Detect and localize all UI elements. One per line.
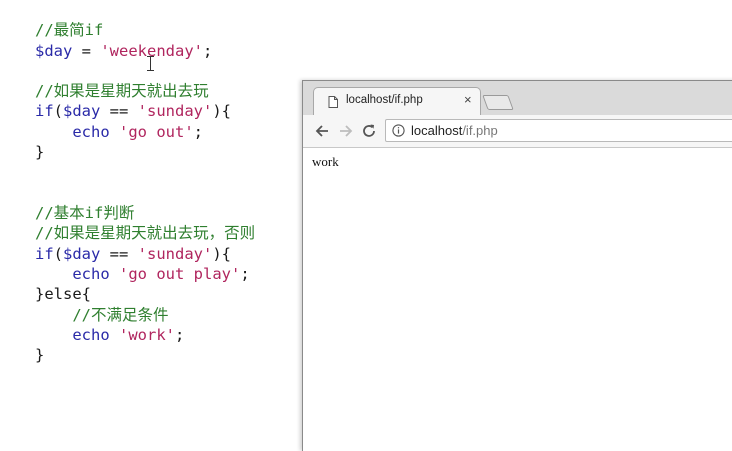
- code-token: 'go out play': [119, 265, 241, 283]
- code-token: $day: [35, 42, 73, 60]
- url-text: localhost/if.php: [411, 123, 498, 138]
- code-token: //如果是星期天就出去玩: [35, 82, 209, 100]
- code-token: 'sunday': [137, 102, 213, 120]
- code-token: 'go out': [119, 123, 194, 141]
- new-tab-icon[interactable]: [482, 95, 514, 110]
- code-line: }: [35, 142, 44, 162]
- tab-strip: localhost/if.php ×: [303, 81, 732, 115]
- code-token: ;: [202, 42, 213, 60]
- code-token: ==: [100, 102, 138, 120]
- code-token: echo: [35, 265, 119, 283]
- code-line: $day = 'weekenday';: [35, 41, 212, 61]
- text-cursor-icon: [147, 56, 154, 71]
- code-token: ;: [175, 326, 185, 344]
- code-token: if: [35, 245, 54, 263]
- code-token: }: [35, 346, 45, 364]
- code-line: }: [35, 345, 44, 365]
- code-line: //最简if: [35, 20, 103, 40]
- code-line: //基本if判断: [35, 203, 134, 223]
- code-token: ;: [240, 265, 250, 283]
- code-token: $day: [63, 245, 101, 263]
- page-icon: [328, 96, 338, 108]
- address-bar[interactable]: localhost/if.php: [385, 119, 732, 142]
- page-output-text: work: [312, 154, 339, 169]
- code-line: echo 'go out play';: [35, 264, 250, 284]
- code-line: echo 'work';: [35, 325, 184, 345]
- code-token: ;: [193, 123, 203, 141]
- code-token: 'work': [119, 326, 175, 344]
- close-tab-icon[interactable]: ×: [464, 93, 472, 107]
- code-token: (: [53, 102, 64, 120]
- code-token: echo: [35, 326, 119, 344]
- code-token: //最简if: [35, 21, 104, 39]
- browser-window: localhost/if.php × localhost/if.php work: [302, 80, 732, 451]
- code-line: //如果是星期天就出去玩，否则: [35, 223, 255, 243]
- code-token: }else{: [35, 285, 91, 303]
- url-path: /if.php: [462, 123, 498, 138]
- code-token: //如果是星期天就出去玩，否则: [35, 224, 256, 242]
- code-line: //不满足条件: [35, 305, 169, 325]
- code-token: (: [53, 245, 64, 263]
- code-token: echo: [35, 123, 119, 141]
- url-host: localhost: [411, 123, 463, 138]
- code-token: //基本if判断: [35, 204, 135, 222]
- code-line: if($day == 'sunday'){: [35, 244, 231, 264]
- code-line: if($day == 'sunday'){: [35, 101, 231, 121]
- browser-toolbar: localhost/if.php: [303, 115, 732, 148]
- code-token: 'sunday': [137, 245, 213, 263]
- code-token: $day: [63, 102, 101, 120]
- code-token: ){: [212, 102, 231, 120]
- page-viewport: work: [303, 148, 732, 451]
- tab-title: localhost/if.php: [346, 94, 423, 106]
- code-token: ==: [100, 245, 138, 263]
- code-token: =: [72, 42, 101, 60]
- info-icon[interactable]: [392, 124, 405, 137]
- arrow-left-icon[interactable]: [314, 123, 330, 139]
- code-token: //不满足条件: [35, 306, 169, 324]
- arrow-right-icon[interactable]: [338, 123, 354, 139]
- code-token: ){: [212, 245, 231, 263]
- code-token: }: [35, 143, 45, 161]
- code-token: if: [35, 102, 54, 120]
- tab-localhost-if[interactable]: localhost/if.php ×: [313, 87, 481, 115]
- code-line: //如果是星期天就出去玩: [35, 81, 209, 101]
- code-line: echo 'go out';: [35, 122, 203, 142]
- code-line: }else{: [35, 284, 91, 304]
- reload-icon[interactable]: [361, 123, 377, 139]
